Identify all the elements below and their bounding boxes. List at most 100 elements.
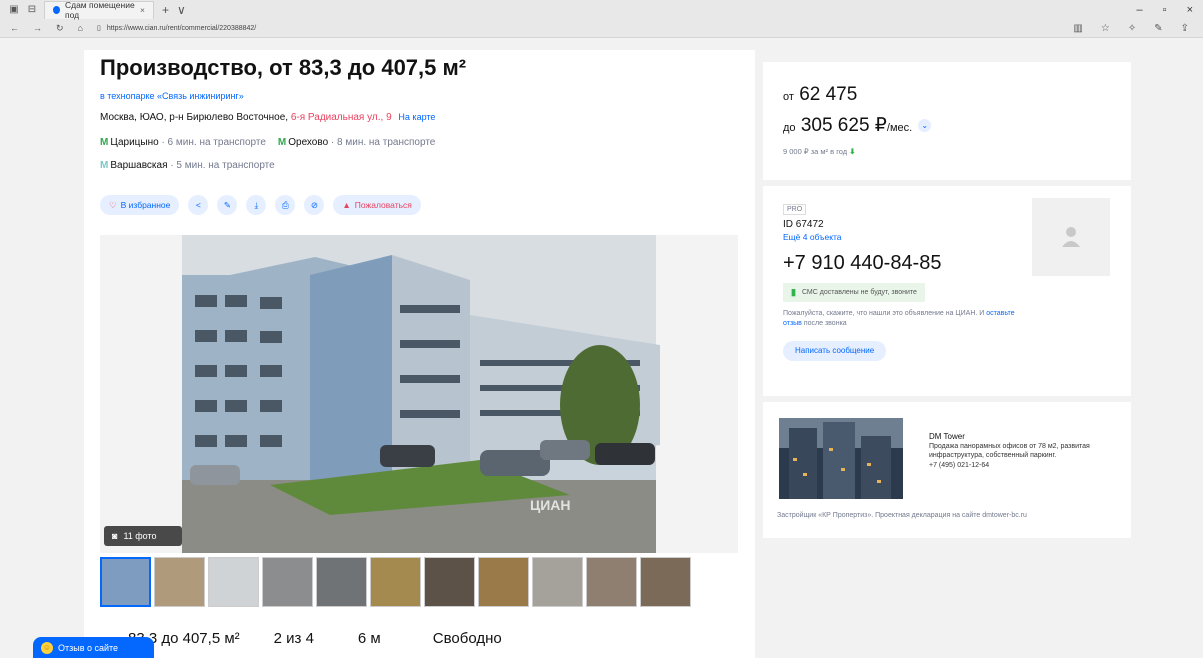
price-from: от 62 475 [783, 84, 858, 105]
thumbnail[interactable] [424, 557, 475, 607]
metro-station[interactable]: M Варшавская · 5 мин. на транспорте [100, 160, 275, 171]
reading-view-icon[interactable]: ▥ [1073, 23, 1082, 34]
main-photo[interactable]: ЦИАН [100, 235, 738, 553]
ad-description: Продажа панорамных офисов от 78 м2, разв… [929, 442, 1090, 460]
photo-count-badge[interactable]: ◙ 11 фото [104, 526, 182, 546]
metro-station[interactable]: M Орехово · 8 мин. на транспорте [278, 137, 435, 148]
price-per-meter: 9 000 ₽ за м² в год ⬇ [783, 147, 856, 156]
share-button[interactable]: < [188, 195, 209, 215]
share-icon: < [195, 200, 201, 210]
metro-station[interactable]: M Царицыно · 6 мин. на транспорте [100, 137, 266, 148]
building-photo [182, 235, 660, 553]
download-button[interactable]: ⤓ [246, 195, 267, 215]
print-button[interactable]: ⎙ [275, 195, 296, 215]
url-text: https://www.cian.ru/rent/commercial/2203… [106, 24, 257, 32]
fact-availability: Свободно [432, 630, 502, 647]
pro-badge: PRO [783, 204, 807, 215]
hide-button[interactable]: ⊘ [304, 195, 325, 215]
fact-ceiling: 6 м [357, 630, 381, 647]
chevron-down-icon[interactable]: ⌄ [918, 119, 932, 133]
tab-actions-icon[interactable]: ▣ [8, 4, 20, 16]
thumbnail[interactable] [370, 557, 421, 607]
back-icon[interactable]: ← [10, 23, 19, 33]
window-controls: – ▫ × [1137, 4, 1203, 16]
browser-tab[interactable]: Сдам помещение под × [44, 0, 154, 20]
thumbnail[interactable] [586, 557, 637, 607]
thumbnail[interactable] [262, 557, 313, 607]
thumbnail[interactable] [100, 557, 151, 607]
tab-title: Сдам помещение под [64, 0, 135, 20]
metro-icon: M [100, 137, 109, 148]
ad-phone: +7 (495) 021-12-64 [929, 461, 990, 469]
favorites-hub-icon[interactable]: ✧ [1128, 23, 1136, 34]
url-field[interactable]: ▯ https://www.cian.ru/rent/commercial/22… [96, 24, 257, 33]
fact-floor: 2 из 4 [273, 630, 314, 647]
sms-notice: ▮ СМС доставлены не будут, звоните [783, 283, 925, 302]
pencil-icon: ✎ [223, 199, 231, 210]
thumbnail[interactable] [478, 557, 529, 607]
tab-bar: ▣ ⊟ Сдам помещение под × + ∨ – ▫ × [0, 0, 1203, 20]
camera-icon: ◙ [112, 531, 118, 541]
edit-button[interactable]: ✎ [217, 195, 238, 215]
call-note: Пожалуйста, скажите, что нашли это объяв… [783, 310, 1015, 327]
address: Москва, ЮАО, р-н Бирюлево Восточное, 6-я… [100, 112, 435, 123]
share-icon[interactable]: ⇪ [1181, 23, 1189, 34]
ad-title: DM Tower [929, 432, 965, 441]
complex-link[interactable]: в технопарке «Связь инжиниринг» [100, 91, 244, 101]
warning-icon: ▲ [342, 200, 351, 210]
toolbar-icons: ▥ ☆ ✧ ✎ ⇪ [1073, 23, 1203, 34]
browser-chrome: ▣ ⊟ Сдам помещение под × + ∨ – ▫ × ← → ↻… [0, 0, 1203, 38]
metro-icon: M [277, 137, 287, 148]
printer-icon: ⎙ [281, 199, 289, 210]
ad-text: DM Tower Продажа панорамных офисов от 78… [929, 432, 1119, 470]
home-icon[interactable]: ⌂ [78, 23, 83, 33]
smile-icon: ☺ [41, 641, 53, 654]
new-tab-button[interactable]: + [162, 3, 169, 17]
notes-pen-icon[interactable]: ✎ [1154, 23, 1162, 34]
price-to: до 305 625 ₽/мес. ⌄ [783, 114, 1111, 137]
address-bar-row: ← → ↻ ⌂ ▯ https://www.cian.ru/rent/comme… [0, 19, 1203, 37]
page-title: Производство, от 83,3 до 407,5 м² [100, 55, 467, 80]
thumbnail[interactable] [640, 557, 691, 607]
address-text[interactable]: Москва, ЮАО, р-н Бирюлево Восточное, [100, 112, 291, 123]
action-buttons: ♡ В избранное < ✎ ⤓ ⎙ ⊘ ▲ Пожаловаться [100, 195, 421, 215]
refresh-icon[interactable]: ↻ [56, 23, 64, 34]
photo-thumbnails [100, 557, 691, 607]
forward-icon[interactable]: → [33, 23, 42, 33]
complain-button[interactable]: ▲ Пожаловаться [333, 195, 421, 215]
thumbnail[interactable] [316, 557, 367, 607]
write-message-button[interactable]: Написать сообщение [783, 341, 887, 361]
close-window-icon[interactable]: × [1187, 4, 1193, 16]
thumbnail[interactable] [532, 557, 583, 607]
user-icon [1062, 227, 1080, 247]
favorite-star-icon[interactable]: ☆ [1101, 23, 1110, 34]
address-street[interactable]: 6-я Радиальная ул., 9 [291, 112, 392, 123]
back-tabs-icon[interactable]: ⊟ [26, 4, 38, 16]
eye-off-icon: ⊘ [310, 199, 318, 210]
tab-list-button[interactable]: ∨ [177, 3, 186, 17]
thumbnail[interactable] [154, 557, 205, 607]
favorite-button[interactable]: ♡ В избранное [100, 195, 180, 215]
feedback-button[interactable]: ☺ Отзыв о сайте [33, 637, 154, 658]
metro-row-1: M Царицыно · 6 мин. на транспорте M Орехов… [100, 137, 435, 148]
close-tab-icon[interactable]: × [140, 5, 145, 15]
maximize-icon[interactable]: ▫ [1163, 4, 1167, 16]
listing-main: Производство, от 83,3 до 407,5 м² в техн… [84, 50, 755, 658]
page-icon: ▯ [96, 25, 101, 32]
price-down-arrow-icon: ⬇ [849, 147, 856, 156]
minimize-icon[interactable]: – [1137, 4, 1143, 16]
photo-watermark: ЦИАН [530, 497, 571, 513]
seller-card: PRO ID 67472 Ещё 4 объекта +7 910 440-84… [763, 186, 1131, 396]
key-facts: 83,3 до 407,5 м² 2 из 4 6 м Свободно [108, 630, 502, 647]
ad-card[interactable]: DM Tower Продажа панорамных офисов от 78… [763, 402, 1131, 538]
thumbnail[interactable] [208, 557, 259, 607]
heart-icon: ♡ [109, 199, 117, 210]
cian-favicon-icon [53, 6, 60, 14]
phone-icon: ▮ [791, 287, 796, 297]
avatar [1032, 198, 1110, 276]
price-card: от 62 475 до 305 625 ₽/мес. ⌄ 9 000 ₽ за … [763, 62, 1131, 180]
metro-row-2: M Варшавская · 5 мин. на транспорте [100, 160, 275, 171]
map-link[interactable]: На карте [398, 112, 435, 122]
ad-footer: Застройщик «КР Пропертиз». Проектная дек… [777, 512, 1027, 519]
ad-image [779, 418, 903, 499]
